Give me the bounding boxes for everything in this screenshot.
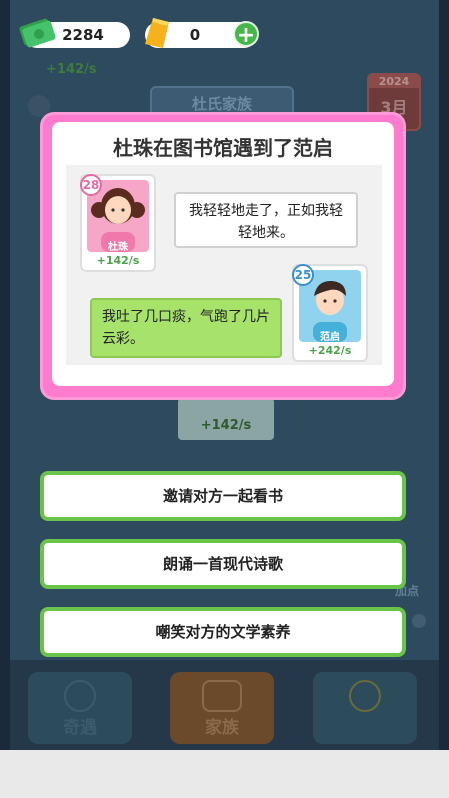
nav-family-label: 家族 (205, 718, 239, 738)
calendar-year: 2024 (369, 75, 419, 88)
nav-family-button[interactable]: 家族 (170, 672, 274, 744)
add-gold-button[interactable]: + (233, 21, 259, 48)
background-income-text: +142/s (46, 62, 97, 77)
nav-ranking-button[interactable] (313, 672, 417, 744)
background-card-income: +142/s (200, 418, 252, 433)
character-level: 28 (80, 174, 102, 196)
side-dot-icon (412, 614, 426, 628)
character-name: 杜珠 (108, 242, 128, 253)
character-name: 范启 (320, 332, 340, 343)
speech-bubble-left: 我轻轻地走了，正如我轻轻地来。 (174, 192, 358, 248)
nav-adventure-button[interactable]: 奇遇 (28, 672, 132, 744)
character-card-duzhu[interactable]: 杜珠 28 +142/s (80, 174, 156, 272)
character-level: 25 (292, 264, 314, 286)
choice-recite-poem-button[interactable]: 朗诵一首现代诗歌 (40, 539, 406, 589)
compass-icon (64, 680, 96, 712)
family-icon (202, 680, 242, 712)
gold-counter: 0 + (145, 18, 259, 48)
character-card-fanqi[interactable]: 范启 25 +242/s (292, 264, 368, 362)
speech-bubble-right: 我吐了几口痰，气跑了几片云彩。 (90, 298, 282, 358)
choice-mock-literacy-button[interactable]: 嘲笑对方的文学素养 (40, 607, 406, 657)
nav-adventure-label: 奇遇 (63, 718, 97, 738)
choice-invite-reading-button[interactable]: 邀请对方一起看书 (40, 471, 406, 521)
money-value: 2284 (62, 26, 104, 44)
character-income: +142/s (96, 254, 140, 267)
event-title: 杜珠在图书馆遇到了范启 (113, 136, 333, 160)
money-counter: 2284 (19, 18, 130, 48)
trophy-icon (349, 680, 381, 712)
character-income: +242/s (308, 344, 352, 357)
bottom-strip (0, 750, 449, 798)
